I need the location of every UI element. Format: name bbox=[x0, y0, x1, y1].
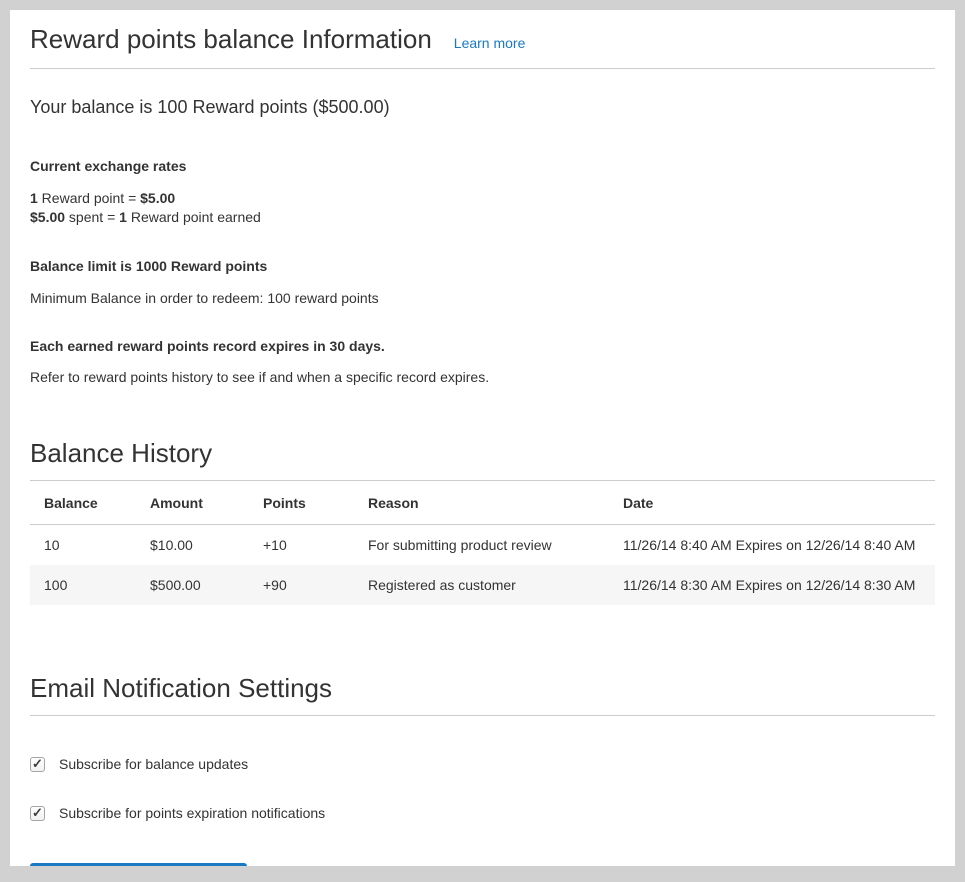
cell-amount: $500.00 bbox=[136, 565, 249, 605]
balance-limit-text: Balance limit is 1000 Reward points bbox=[30, 258, 935, 274]
points-expiration-label[interactable]: Subscribe for points expiration notifica… bbox=[59, 805, 325, 821]
cell-points: +90 bbox=[249, 565, 354, 605]
expiry-note: Refer to reward points history to see if… bbox=[30, 369, 935, 385]
column-header-points: Points bbox=[249, 481, 354, 525]
rate-middle-text: Reward point = bbox=[38, 190, 140, 206]
cell-date: 11/26/14 8:40 AM Expires on 12/26/14 8:4… bbox=[609, 525, 935, 566]
balance-history-section: Balance History Balance Amount Points Re… bbox=[30, 438, 935, 605]
reward-points-panel: Reward points balance Information Learn … bbox=[10, 10, 955, 866]
email-notification-section: Email Notification Settings Subscribe fo… bbox=[30, 673, 935, 866]
rate-middle-text: spent = bbox=[65, 209, 119, 225]
table-row: 10 $10.00 +10 For submitting product rev… bbox=[30, 525, 935, 566]
balance-history-heading: Balance History bbox=[30, 438, 935, 469]
table-header-row: Balance Amount Points Reason Date bbox=[30, 481, 935, 525]
rate-amount-value: $5.00 bbox=[30, 209, 65, 225]
save-subscription-settings-button[interactable]: Save Subscription Settings bbox=[30, 863, 247, 866]
exchange-rates: 1 Reward point = $5.00 $5.00 spent = 1 R… bbox=[30, 189, 935, 227]
balance-history-table: Balance Amount Points Reason Date 10 $10… bbox=[30, 481, 935, 605]
rate-points-value: 1 bbox=[119, 209, 127, 225]
page-header: Reward points balance Information Learn … bbox=[30, 24, 935, 55]
rate-point-to-currency: 1 Reward point = $5.00 bbox=[30, 189, 935, 208]
rate-amount-value: $5.00 bbox=[140, 190, 175, 206]
cell-balance: 10 bbox=[30, 525, 136, 566]
rate-points-value: 1 bbox=[30, 190, 38, 206]
table-row: 100 $500.00 +90 Registered as customer 1… bbox=[30, 565, 935, 605]
rate-tail-text: Reward point earned bbox=[127, 209, 261, 225]
column-header-reason: Reason bbox=[354, 481, 609, 525]
points-expiration-checkbox[interactable] bbox=[30, 806, 45, 821]
email-notification-heading: Email Notification Settings bbox=[30, 673, 935, 704]
exchange-rates-heading: Current exchange rates bbox=[30, 158, 935, 174]
cell-reason: For submitting product review bbox=[354, 525, 609, 566]
rate-currency-to-point: $5.00 spent = 1 Reward point earned bbox=[30, 208, 935, 227]
column-header-balance: Balance bbox=[30, 481, 136, 525]
expiry-text: Each earned reward points record expires… bbox=[30, 338, 935, 354]
cell-points: +10 bbox=[249, 525, 354, 566]
header-divider bbox=[30, 68, 935, 69]
cell-balance: 100 bbox=[30, 565, 136, 605]
page-title: Reward points balance Information bbox=[30, 24, 432, 55]
cell-reason: Registered as customer bbox=[354, 565, 609, 605]
email-notification-divider bbox=[30, 715, 935, 716]
column-header-amount: Amount bbox=[136, 481, 249, 525]
cell-amount: $10.00 bbox=[136, 525, 249, 566]
balance-updates-label[interactable]: Subscribe for balance updates bbox=[59, 756, 248, 772]
points-expiration-option: Subscribe for points expiration notifica… bbox=[30, 805, 935, 821]
cell-date: 11/26/14 8:30 AM Expires on 12/26/14 8:3… bbox=[609, 565, 935, 605]
column-header-date: Date bbox=[609, 481, 935, 525]
balance-updates-checkbox[interactable] bbox=[30, 757, 45, 772]
balance-summary: Your balance is 100 Reward points ($500.… bbox=[30, 97, 935, 118]
min-balance-text: Minimum Balance in order to redeem: 100 … bbox=[30, 290, 935, 306]
learn-more-link[interactable]: Learn more bbox=[454, 35, 526, 51]
balance-updates-option: Subscribe for balance updates bbox=[30, 756, 935, 772]
